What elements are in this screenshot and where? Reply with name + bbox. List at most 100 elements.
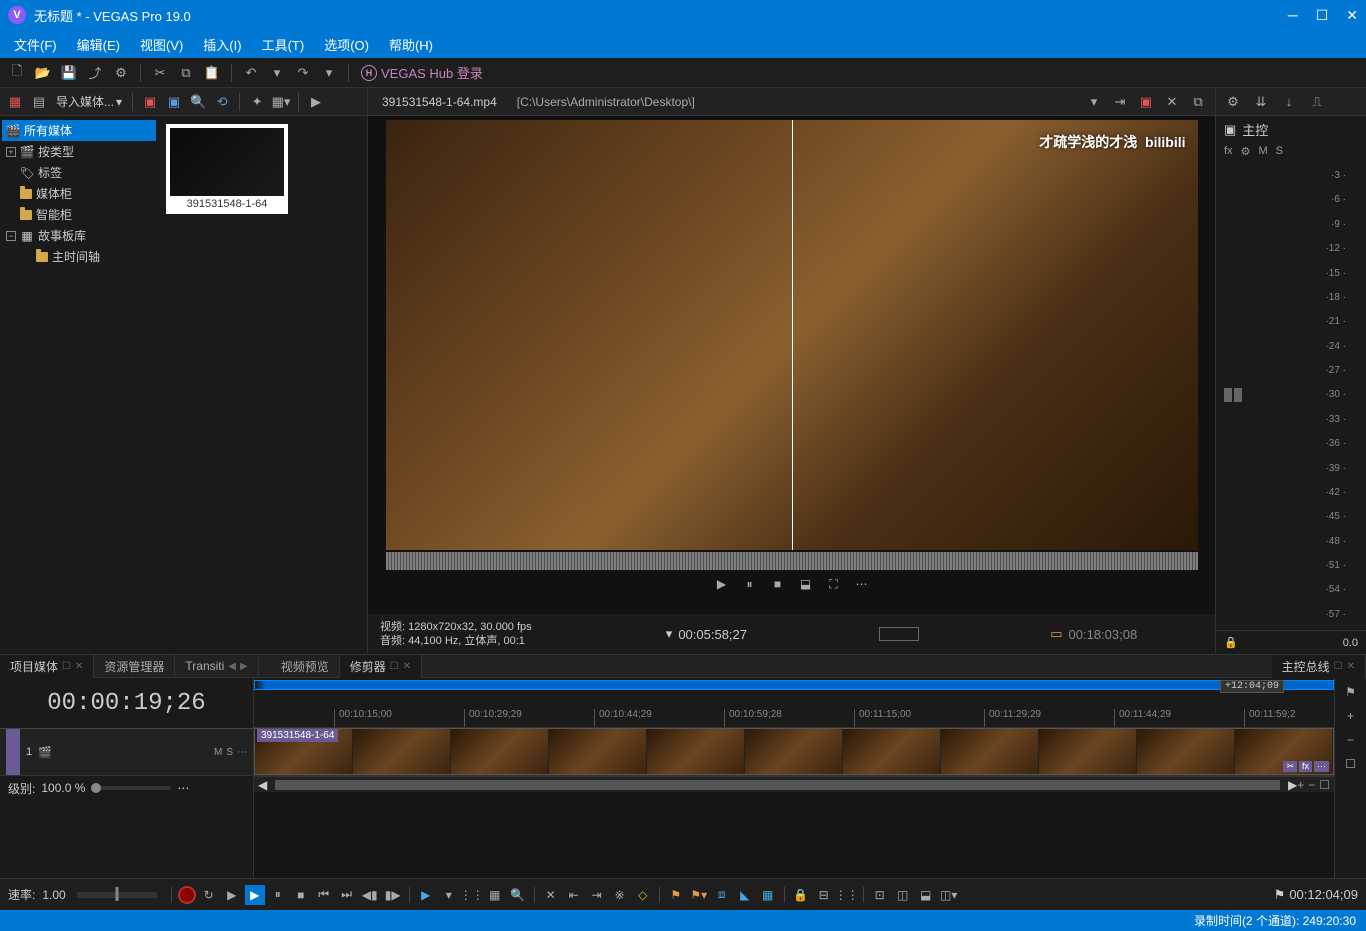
zoom-tool-icon[interactable]: 🔍 xyxy=(508,885,528,905)
trim-start-icon[interactable]: ⇤ xyxy=(564,885,584,905)
bottom-timecode[interactable]: ⚑ 00:12:04;09 xyxy=(1274,887,1358,903)
menu-file[interactable]: 文件(F) xyxy=(4,31,67,58)
go-start-icon[interactable]: ⏮ xyxy=(314,885,334,905)
tab-nav-prev-icon[interactable]: ◀ xyxy=(228,661,236,672)
master-solo-button[interactable]: S xyxy=(1276,145,1283,158)
tab-project-media[interactable]: 项目媒体☐✕ xyxy=(0,655,94,678)
menu-edit[interactable]: 编辑(E) xyxy=(67,31,130,58)
ruler-tick[interactable]: 00:10:29;29 xyxy=(464,709,594,727)
master-dim-icon[interactable]: ↓ xyxy=(1278,91,1300,113)
play-icon[interactable]: ▶ xyxy=(712,574,732,594)
paste-icon[interactable]: 📋 xyxy=(201,62,223,84)
add-to-timeline-icon[interactable]: ⬓ xyxy=(796,574,816,594)
minimize-button[interactable]: ─ xyxy=(1288,7,1298,24)
view-dropdown-icon[interactable]: ▦▾ xyxy=(270,91,292,113)
replace-media-icon[interactable]: ⟲ xyxy=(211,91,233,113)
new-project-icon[interactable]: 🗋 xyxy=(6,62,28,84)
master-mute-button[interactable]: M xyxy=(1258,145,1267,158)
current-timecode[interactable]: ▾ 00:05:58;27 xyxy=(666,626,747,642)
ruler-tick[interactable]: 00:10:44;29 xyxy=(594,709,724,727)
master-settings-icon[interactable]: ⚙ xyxy=(1222,91,1244,113)
tab-master-bus[interactable]: 主控总线☐✕ xyxy=(1272,655,1366,678)
media-clip-thumb[interactable]: 391531548-1-64 xyxy=(166,124,288,214)
selection-tool-icon[interactable]: ⋮⋮ xyxy=(462,885,482,905)
cd-layout-icon[interactable]: ◫▾ xyxy=(939,885,959,905)
more-icon[interactable]: ⋯ xyxy=(852,574,872,594)
tracks-area[interactable]: +12:04;09 00:10:15;0000:10:29;2900:10:44… xyxy=(254,678,1334,878)
ruler-tick[interactable]: 00:11:15;00 xyxy=(854,709,984,727)
preview-collapse-icon[interactable]: ⇥ xyxy=(1109,91,1131,113)
save-icon[interactable]: 💾 xyxy=(58,62,80,84)
expander-icon[interactable]: + xyxy=(6,147,16,157)
hub-login-button[interactable]: H VEGAS Hub 登录 xyxy=(361,63,483,82)
go-end-icon[interactable]: ⏭ xyxy=(337,885,357,905)
pause-button[interactable]: ⏸ xyxy=(268,885,288,905)
snap-grid-icon[interactable]: ▦ xyxy=(758,885,778,905)
scroll-track[interactable] xyxy=(275,780,1280,790)
tab-popup-icon[interactable]: ☐ xyxy=(390,661,399,672)
tree-all-media[interactable]: 🎬 所有媒体 xyxy=(2,120,156,141)
zoom-fit-icon[interactable]: ☐ xyxy=(1319,778,1330,792)
timeline-ruler[interactable]: +12:04;09 00:10:15;0000:10:29;2900:10:44… xyxy=(254,678,1334,728)
prev-frame-icon[interactable]: ◀▮ xyxy=(360,885,380,905)
clip-fx-button[interactable]: fx xyxy=(1299,761,1312,772)
preview-popup-icon[interactable]: ⧉ xyxy=(1187,91,1209,113)
master-mixer-icon[interactable]: ⎍ xyxy=(1306,91,1328,113)
ruler-tick[interactable]: 00:10:59;28 xyxy=(724,709,854,727)
remove-track-icon[interactable]: − xyxy=(1341,730,1361,750)
loop-playback-icon[interactable]: ↻ xyxy=(199,885,219,905)
rate-value[interactable]: 1.00 xyxy=(42,888,65,902)
add-track-icon[interactable]: + xyxy=(1341,706,1361,726)
snap-icon[interactable]: ⧈ xyxy=(712,885,732,905)
copy-icon[interactable]: ⧉ xyxy=(175,62,197,84)
redo-icon[interactable]: ↷ xyxy=(292,62,314,84)
master-readout[interactable]: 0.0 xyxy=(1343,637,1358,649)
auto-ripple-icon[interactable]: ⚑ xyxy=(666,885,686,905)
tab-close-icon[interactable]: ✕ xyxy=(75,661,83,672)
tool-dropdown-icon[interactable]: ▾ xyxy=(439,885,459,905)
loop-region[interactable] xyxy=(254,680,1334,690)
render-icon[interactable]: ⤴ xyxy=(84,62,106,84)
cursor-timecode[interactable]: 00:00:19;26 xyxy=(0,678,253,728)
import-media-button[interactable]: 导入媒体... ▾ xyxy=(52,91,126,112)
media-tree[interactable]: 🎬 所有媒体 + 🎬 按类型 🏷 标签 媒体柜 xyxy=(0,116,158,654)
media-props-icon[interactable]: ▤ xyxy=(28,91,50,113)
stop-button[interactable]: ■ xyxy=(291,885,311,905)
marker-tool-icon[interactable]: ⚑ xyxy=(1341,682,1361,702)
marker-icon[interactable]: ⊡ xyxy=(870,885,890,905)
meter-area[interactable]: ·3 ··6 ··9 ··12 ··15 ··18 ··21 ··24 ··27… xyxy=(1216,160,1366,630)
normal-edit-tool-icon[interactable]: ▶ xyxy=(416,885,436,905)
search-media-icon[interactable]: 🔍 xyxy=(187,91,209,113)
tree-tags[interactable]: 🏷 标签 xyxy=(2,162,156,183)
menu-insert[interactable]: 插入(I) xyxy=(193,31,251,58)
event-fx-bypass-icon[interactable]: ⋮⋮ xyxy=(837,885,857,905)
level-value[interactable]: 100.0 % xyxy=(41,781,85,795)
menu-options[interactable]: 选项(O) xyxy=(314,31,379,58)
stop-icon[interactable]: ■ xyxy=(768,574,788,594)
next-frame-icon[interactable]: ▮▶ xyxy=(383,885,403,905)
command-icon[interactable]: ⬓ xyxy=(916,885,936,905)
track-more-icon[interactable]: ⋯ xyxy=(237,747,247,758)
snap-markers-icon[interactable]: ◣ xyxy=(735,885,755,905)
get-media-icon[interactable]: ▣ xyxy=(163,91,185,113)
envelope-tool-icon[interactable]: ▦ xyxy=(485,885,505,905)
capture-icon[interactable]: ▣ xyxy=(139,91,161,113)
video-track[interactable]: 391531548-1-64 ✂ fx ⋯ xyxy=(254,728,1334,776)
region-icon[interactable]: ◫ xyxy=(893,885,913,905)
preview-dropdown-icon[interactable]: ▾ xyxy=(1083,91,1105,113)
rate-scrub-control[interactable] xyxy=(77,892,157,898)
end-marker[interactable]: +12:04;09 xyxy=(1220,680,1284,693)
media-grid[interactable]: 391531548-1-64 xyxy=(158,116,367,654)
media-fx-icon[interactable]: ✦ xyxy=(246,91,268,113)
open-icon[interactable]: 📂 xyxy=(32,62,54,84)
trim-end-icon[interactable]: ⇥ xyxy=(587,885,607,905)
play-button[interactable]: ▶ xyxy=(245,885,265,905)
menu-help[interactable]: 帮助(H) xyxy=(379,31,443,58)
tree-media-bin[interactable]: 媒体柜 xyxy=(2,183,156,204)
tab-trimmer[interactable]: 修剪器☐✕ xyxy=(340,655,422,678)
scroll-left-icon[interactable]: ◀ xyxy=(258,778,267,792)
properties-icon[interactable]: ⚙ xyxy=(110,62,132,84)
scroll-thumb[interactable] xyxy=(275,780,1280,790)
fullscreen-icon[interactable]: ⛶ xyxy=(824,574,844,594)
expander-icon[interactable]: − xyxy=(6,231,16,241)
